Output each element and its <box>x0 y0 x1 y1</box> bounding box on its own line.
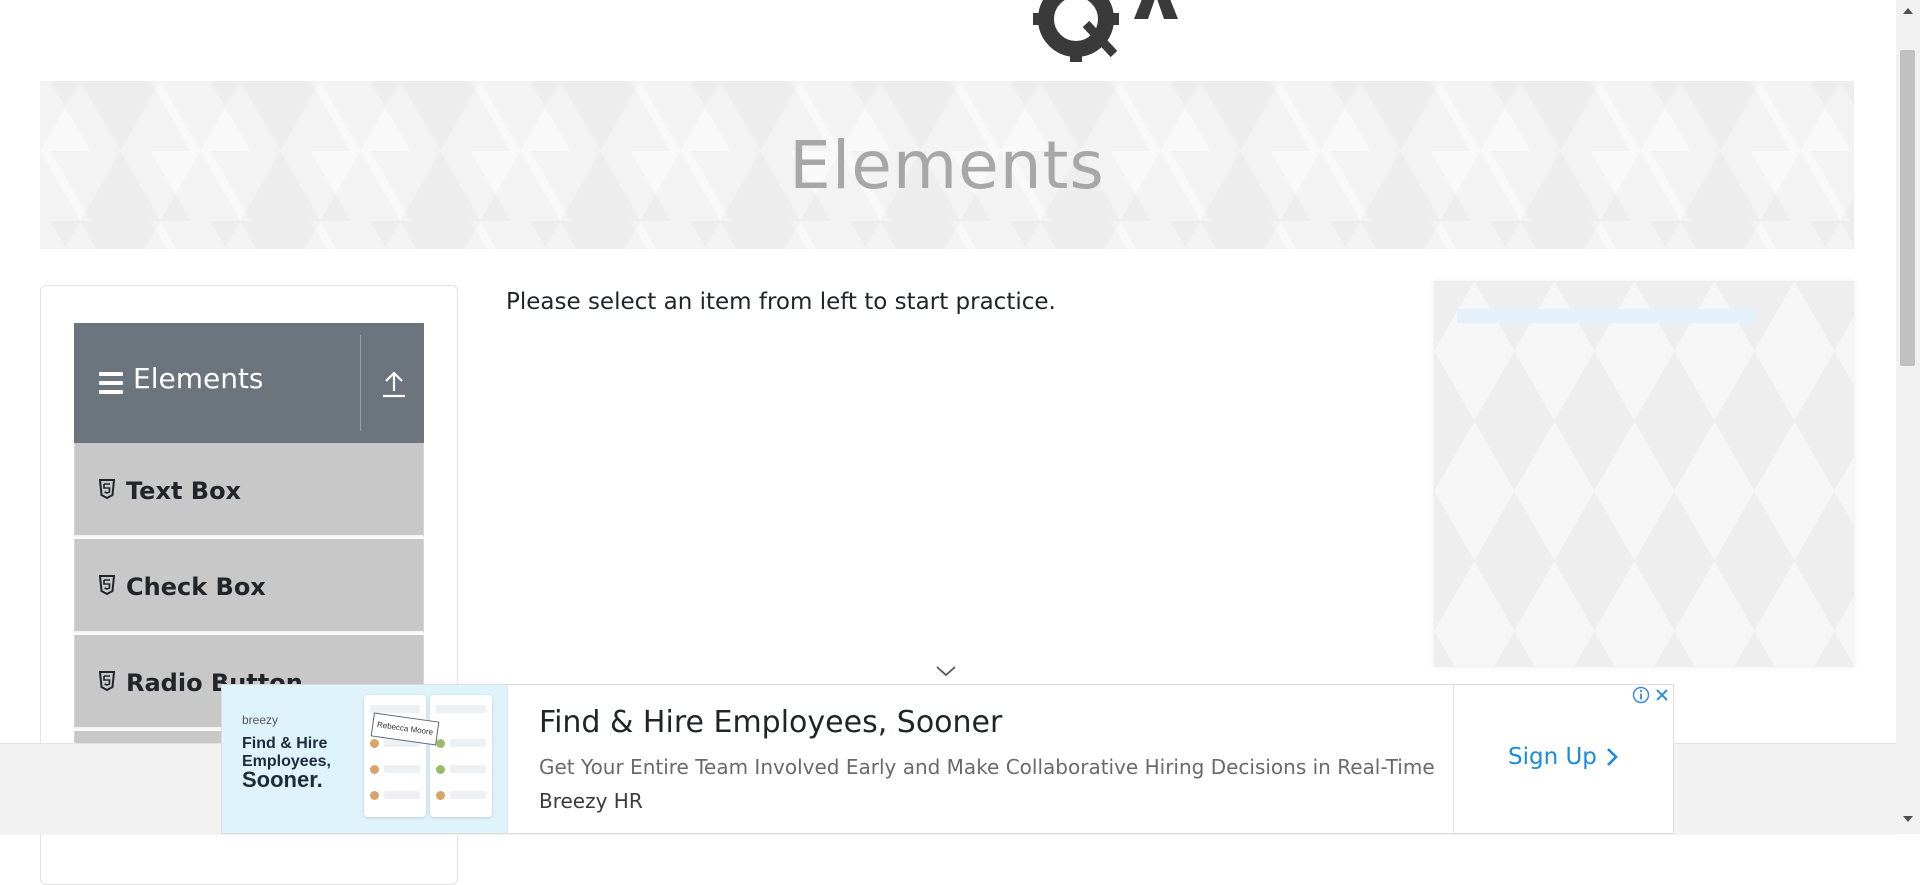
sidebar-item-label: Check Box <box>126 573 266 601</box>
page-title: Elements <box>789 126 1105 204</box>
chevron-right-icon <box>1607 748 1618 766</box>
sign-up-label: Sign Up <box>1508 744 1597 770</box>
html5-shield-icon <box>99 479 115 499</box>
ad-description[interactable]: Get Your Entire Team Involved Early and … <box>539 755 1435 779</box>
practice-instruction: Please select an item from left to start… <box>506 289 1056 315</box>
scrollbar-thumb[interactable] <box>1900 50 1915 366</box>
sidebar-item-label: Text Box <box>126 477 242 505</box>
info-icon[interactable] <box>1631 685 1651 705</box>
ad-card <box>430 695 492 817</box>
ad-brand: breezy <box>242 713 279 727</box>
hamburger-icon <box>99 372 123 396</box>
toolsqa-logo[interactable] <box>726 0 1196 66</box>
logo-gear-icon <box>1033 0 1178 62</box>
ad-loading-bar <box>1457 309 1757 323</box>
sign-up-button[interactable]: Sign Up <box>1508 744 1619 770</box>
bottom-ad-banner[interactable]: breezy Find & Hire Employees, Sooner. Re… <box>221 684 1674 834</box>
page-scrollbar[interactable] <box>1896 0 1920 834</box>
ad-image-title: Find & Hire Employees, Sooner. <box>242 735 352 792</box>
scroll-up-icon[interactable] <box>1902 6 1914 16</box>
html5-shield-icon <box>99 575 115 595</box>
ad-headline[interactable]: Find & Hire Employees, Sooner <box>539 705 1002 740</box>
page-banner: Elements <box>40 81 1854 249</box>
ad-advertiser[interactable]: Breezy HR <box>539 789 643 813</box>
html5-shield-icon <box>99 671 115 691</box>
chevron-down-icon[interactable] <box>935 664 957 678</box>
ad-divider <box>507 685 508 833</box>
header-divider <box>360 335 361 431</box>
ad-image[interactable]: breezy Find & Hire Employees, Sooner. Re… <box>222 685 507 833</box>
side-ad-placeholder[interactable] <box>1434 281 1854 667</box>
sidebar-item-check-box[interactable]: Check Box <box>74 539 424 633</box>
ad-image-title-line: Find & Hire <box>242 735 328 752</box>
elements-group-header[interactable]: Elements <box>74 323 424 443</box>
ad-image-title-line: Sooner. <box>242 767 323 792</box>
group-title: Elements <box>133 362 264 395</box>
close-icon[interactable] <box>1652 685 1672 705</box>
upload-arrow-icon[interactable] <box>381 369 407 399</box>
ad-divider <box>1453 685 1454 833</box>
sidebar-item-text-box[interactable]: Text Box <box>74 443 424 537</box>
scroll-down-icon[interactable] <box>1902 814 1914 824</box>
